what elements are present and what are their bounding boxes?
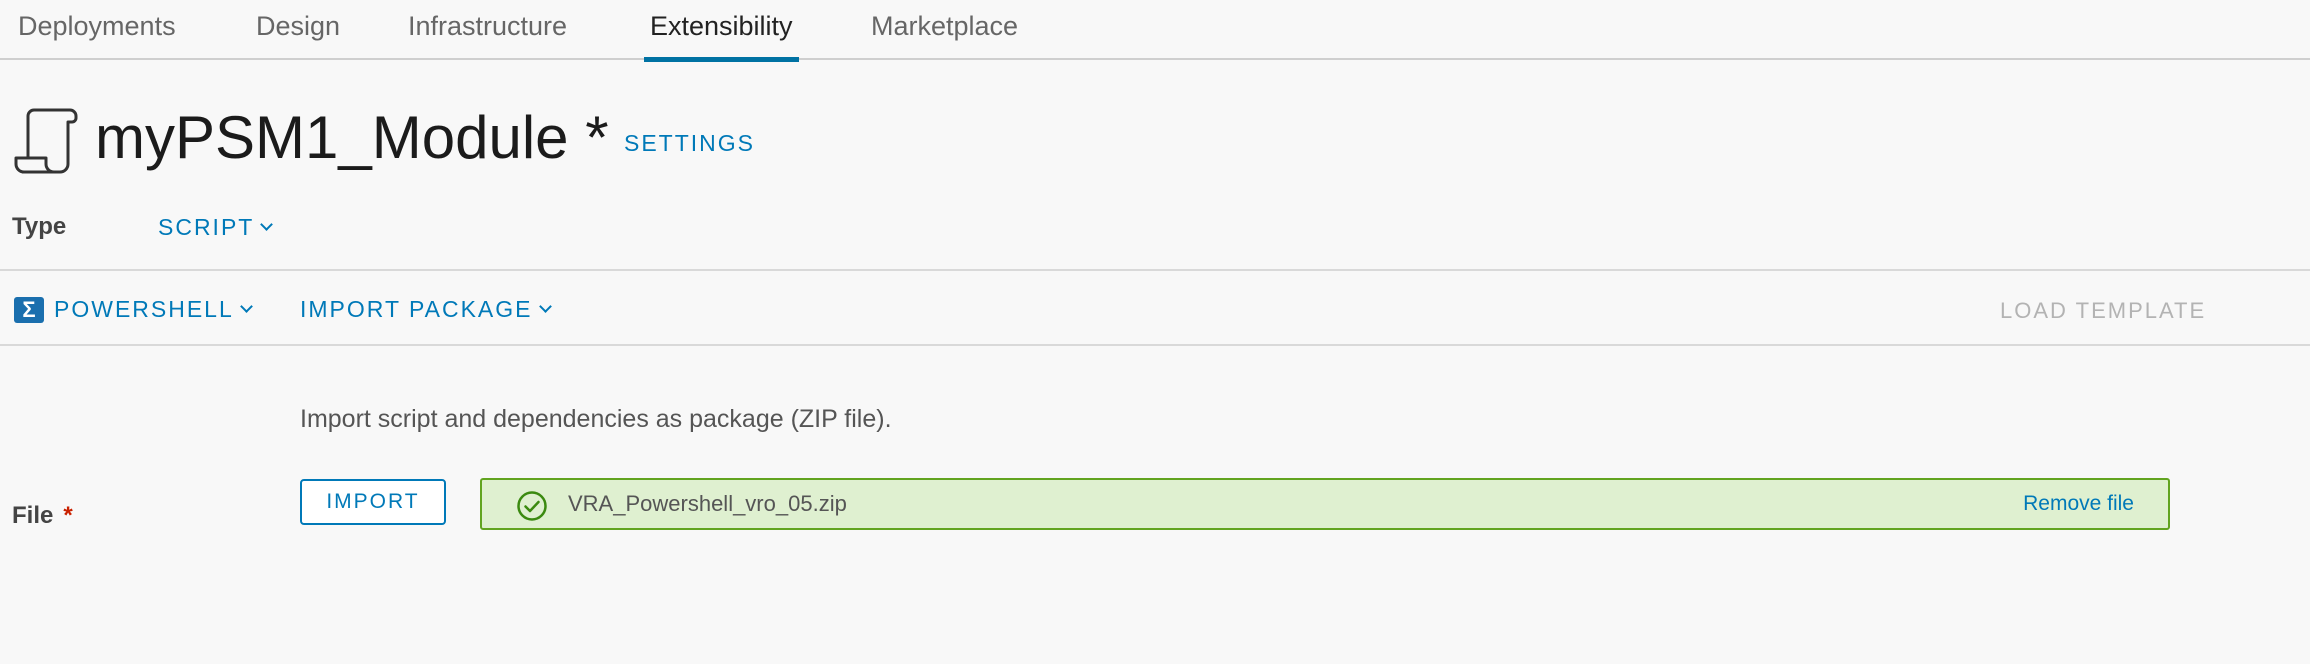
import-package-label: IMPORT PACKAGE [300,296,533,322]
required-marker: * [63,502,73,529]
type-value: SCRIPT [158,214,255,240]
tab-deployments[interactable]: Deployments [18,0,176,60]
load-template-button[interactable]: LOAD TEMPLATE [2000,298,2206,324]
powershell-icon: Σ [14,296,44,323]
import-package-dropdown[interactable]: IMPORT PACKAGE [300,296,552,323]
type-dropdown[interactable]: SCRIPT [158,214,274,241]
tab-label: Deployments [18,11,176,41]
chevron-down-icon [260,218,274,231]
chevron-down-icon [239,300,253,313]
check-circle-icon [517,491,547,521]
file-name: VRA_Powershell_vro_05.zip [568,491,847,516]
tab-label: Infrastructure [408,11,568,41]
language-label: POWERSHELL [54,296,234,322]
language-dropdown[interactable]: Σ POWERSHELL [14,296,253,323]
tab-design[interactable]: Design [256,0,340,60]
settings-link[interactable]: SETTINGS [624,130,755,157]
type-label: Type [12,213,67,240]
tab-extensibility[interactable]: Extensibility [644,0,799,62]
tab-label: Extensibility [650,11,793,41]
tab-infrastructure[interactable]: Infrastructure [408,0,567,60]
tab-marketplace[interactable]: Marketplace [871,0,1018,60]
divider [0,269,2310,271]
top-nav: Deployments Design Infrastructure Extens… [0,0,2310,62]
file-label-text: File [12,502,54,529]
uploaded-file-box: VRA_Powershell_vro_05.zip Remove file [480,478,2170,530]
import-help-text: Import script and dependencies as packag… [300,405,892,433]
tab-label: Marketplace [871,11,1019,41]
page-title: myPSM1_Module * [95,104,609,171]
active-tab-indicator [644,57,799,62]
file-field-label: File * [12,502,73,530]
import-button[interactable]: IMPORT [300,479,446,525]
script-scroll-icon [14,108,78,174]
tab-label: Design [256,11,341,41]
chevron-down-icon [538,300,552,313]
remove-file-link[interactable]: Remove file [2023,492,2134,516]
divider [0,344,2310,346]
